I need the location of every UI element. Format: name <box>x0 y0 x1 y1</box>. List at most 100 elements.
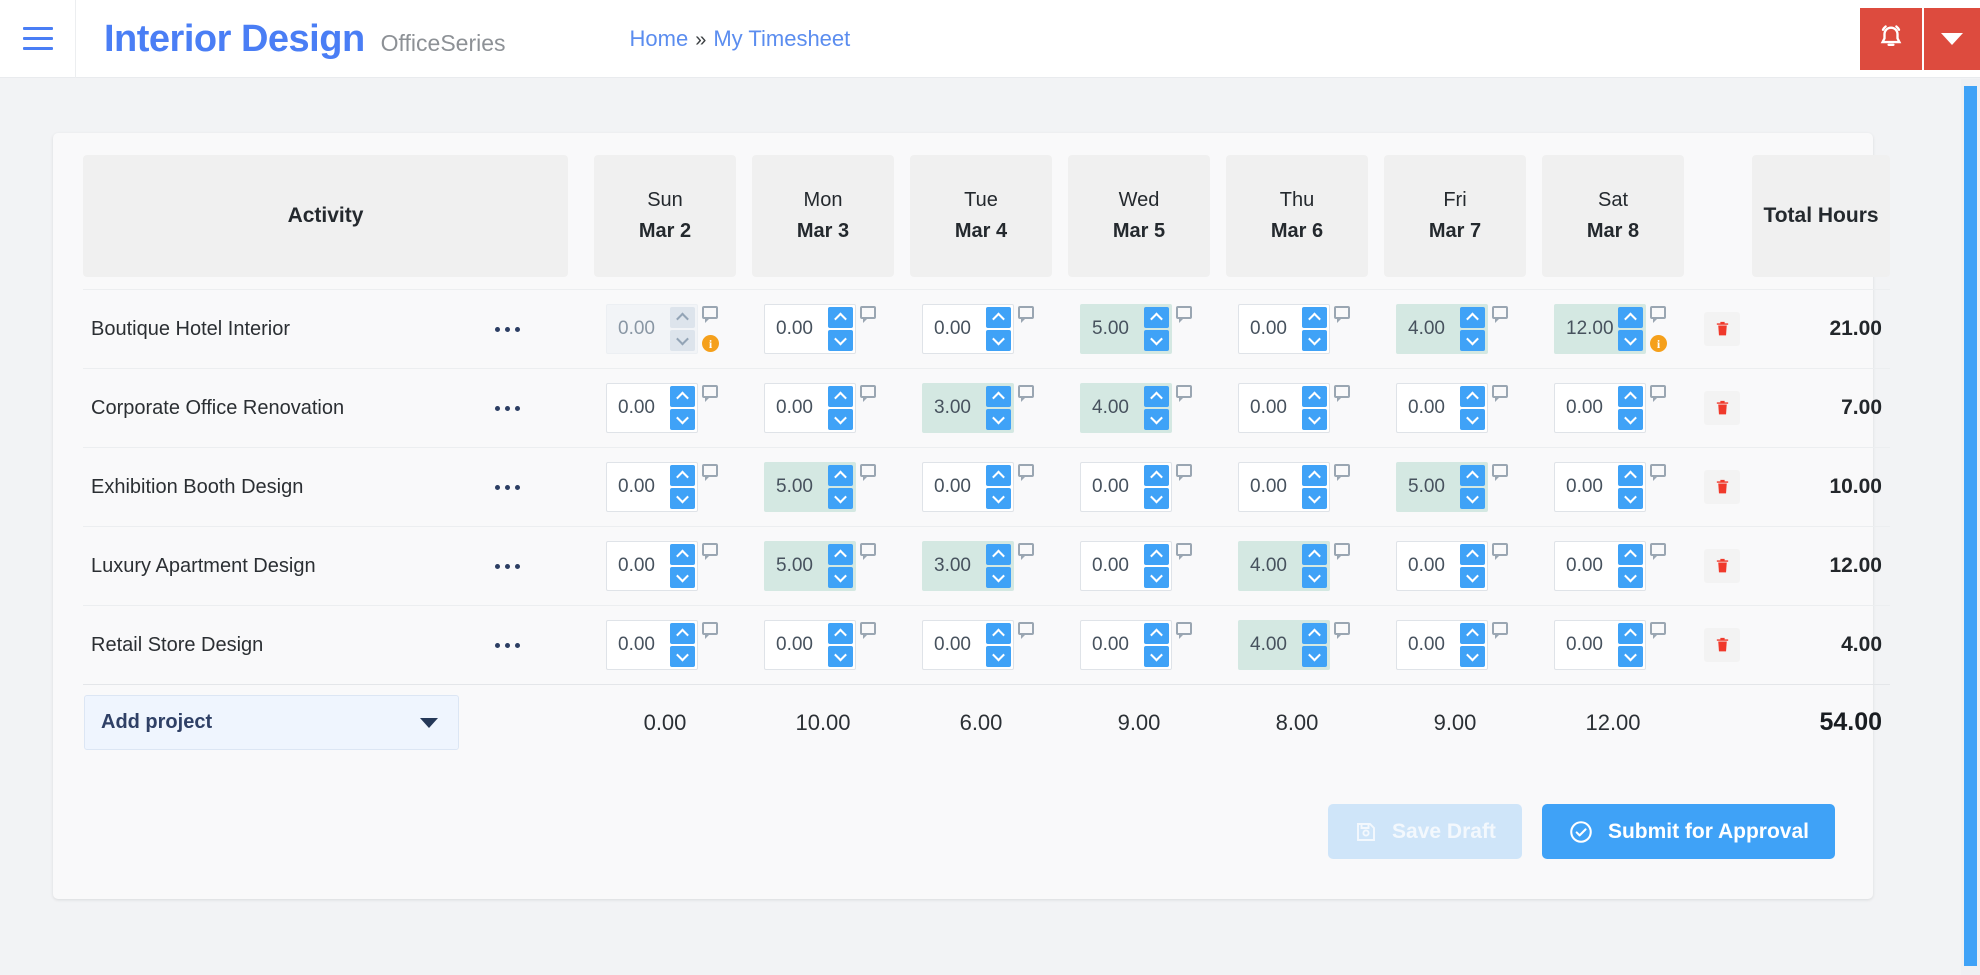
stepper-increment-button[interactable] <box>1144 544 1169 565</box>
hours-value[interactable]: 12.00 <box>1555 305 1618 353</box>
row-options-menu-icon[interactable] <box>491 558 524 575</box>
stepper-increment-button[interactable] <box>828 307 853 328</box>
stepper-decrement-button[interactable] <box>670 488 695 509</box>
hours-value[interactable]: 3.00 <box>923 542 986 590</box>
row-options-menu-icon[interactable] <box>491 637 524 654</box>
comment-icon[interactable] <box>702 464 718 481</box>
stepper-decrement-button[interactable] <box>1618 330 1643 351</box>
comment-icon[interactable] <box>1650 464 1666 481</box>
hours-stepper[interactable]: 0.00 <box>922 304 1014 354</box>
delete-row-button[interactable] <box>1704 470 1740 504</box>
stepper-decrement-button[interactable] <box>1302 330 1327 351</box>
hours-value[interactable]: 0.00 <box>1239 463 1302 511</box>
stepper-increment-button[interactable] <box>1460 623 1485 644</box>
hours-stepper[interactable]: 0.00 <box>1554 541 1646 591</box>
stepper-increment-button[interactable] <box>986 623 1011 644</box>
hours-stepper[interactable]: 0.00 <box>764 620 856 670</box>
comment-icon[interactable] <box>1018 543 1034 560</box>
comment-icon[interactable] <box>1650 385 1666 402</box>
hours-value[interactable]: 0.00 <box>1397 621 1460 669</box>
row-options-menu-icon[interactable] <box>491 400 524 417</box>
stepper-decrement-button[interactable] <box>1144 646 1169 667</box>
save-draft-button[interactable]: Save Draft <box>1328 804 1522 859</box>
hamburger-menu-icon[interactable] <box>0 0 76 78</box>
comment-icon[interactable] <box>1176 464 1192 481</box>
delete-row-button[interactable] <box>1704 391 1740 425</box>
hours-stepper[interactable]: 4.00 <box>1238 541 1330 591</box>
hours-value[interactable]: 0.00 <box>607 621 670 669</box>
stepper-increment-button[interactable] <box>1618 544 1643 565</box>
stepper-decrement-button[interactable] <box>1144 330 1169 351</box>
stepper-increment-button[interactable] <box>1618 623 1643 644</box>
hours-stepper[interactable]: 0.00 <box>922 462 1014 512</box>
stepper-decrement-button[interactable] <box>1618 488 1643 509</box>
stepper-decrement-button[interactable] <box>986 330 1011 351</box>
row-options-menu-icon[interactable] <box>491 321 524 338</box>
stepper-decrement-button[interactable] <box>1618 646 1643 667</box>
hours-value[interactable]: 5.00 <box>765 463 828 511</box>
delete-row-button[interactable] <box>1704 628 1740 662</box>
hours-value[interactable]: 0.00 <box>1081 542 1144 590</box>
comment-icon[interactable] <box>1650 306 1666 323</box>
stepper-increment-button[interactable] <box>1618 386 1643 407</box>
stepper-increment-button[interactable] <box>986 465 1011 486</box>
hours-stepper[interactable]: 0.00 <box>1080 462 1172 512</box>
comment-icon[interactable] <box>860 543 876 560</box>
hours-stepper[interactable]: 0.00 <box>922 620 1014 670</box>
hours-value[interactable]: 0.00 <box>923 621 986 669</box>
info-badge-icon[interactable]: i <box>1650 335 1667 352</box>
submit-for-approval-button[interactable]: Submit for Approval <box>1541 804 1835 859</box>
comment-icon[interactable] <box>1650 543 1666 560</box>
stepper-decrement-button[interactable] <box>1302 409 1327 430</box>
hours-stepper[interactable]: 12.00 <box>1554 304 1646 354</box>
comment-icon[interactable] <box>1650 622 1666 639</box>
stepper-increment-button[interactable] <box>670 544 695 565</box>
hours-value[interactable]: 0.00 <box>607 305 670 353</box>
stepper-decrement-button[interactable] <box>670 646 695 667</box>
stepper-decrement-button[interactable] <box>828 330 853 351</box>
hours-value[interactable]: 0.00 <box>765 621 828 669</box>
comment-icon[interactable] <box>860 385 876 402</box>
hours-stepper[interactable]: 0.00 <box>1554 462 1646 512</box>
stepper-decrement-button[interactable] <box>1144 488 1169 509</box>
info-badge-icon[interactable]: i <box>702 335 719 352</box>
stepper-decrement-button[interactable] <box>1618 409 1643 430</box>
stepper-decrement-button[interactable] <box>986 567 1011 588</box>
hours-value[interactable]: 0.00 <box>1239 305 1302 353</box>
stepper-increment-button[interactable] <box>1618 307 1643 328</box>
hours-stepper[interactable]: 0.00 <box>1554 620 1646 670</box>
hours-stepper[interactable]: 0.00 <box>764 383 856 433</box>
stepper-decrement-button[interactable] <box>1144 567 1169 588</box>
hours-stepper[interactable]: 0.00 <box>1080 541 1172 591</box>
stepper-increment-button[interactable] <box>1144 623 1169 644</box>
hours-stepper[interactable]: 0.00 <box>1396 383 1488 433</box>
stepper-increment-button[interactable] <box>828 386 853 407</box>
comment-icon[interactable] <box>860 464 876 481</box>
delete-row-button[interactable] <box>1704 312 1740 346</box>
breadcrumb-home-link[interactable]: Home <box>630 26 689 52</box>
hours-stepper[interactable]: 3.00 <box>922 541 1014 591</box>
comment-icon[interactable] <box>702 306 718 323</box>
stepper-decrement-button[interactable] <box>670 409 695 430</box>
stepper-increment-button[interactable] <box>1302 307 1327 328</box>
hours-stepper[interactable]: 5.00 <box>764 541 856 591</box>
stepper-decrement-button[interactable] <box>1302 488 1327 509</box>
hours-value[interactable]: 4.00 <box>1081 384 1144 432</box>
comment-icon[interactable] <box>702 622 718 639</box>
hours-stepper[interactable]: 0.00 <box>1396 541 1488 591</box>
stepper-increment-button[interactable] <box>1302 623 1327 644</box>
hours-value[interactable]: 5.00 <box>1081 305 1144 353</box>
hours-stepper[interactable]: 5.00 <box>1396 462 1488 512</box>
hours-value[interactable]: 0.00 <box>1555 621 1618 669</box>
stepper-decrement-button[interactable] <box>1460 488 1485 509</box>
stepper-increment-button[interactable] <box>1144 307 1169 328</box>
hours-value[interactable]: 3.00 <box>923 384 986 432</box>
stepper-increment-button[interactable] <box>828 623 853 644</box>
comment-icon[interactable] <box>1334 543 1350 560</box>
hours-value[interactable]: 5.00 <box>765 542 828 590</box>
comment-icon[interactable] <box>1018 622 1034 639</box>
hours-value[interactable]: 0.00 <box>1397 384 1460 432</box>
hours-stepper[interactable]: 0.00 <box>1080 620 1172 670</box>
hours-value[interactable]: 0.00 <box>1081 621 1144 669</box>
comment-icon[interactable] <box>1492 622 1508 639</box>
